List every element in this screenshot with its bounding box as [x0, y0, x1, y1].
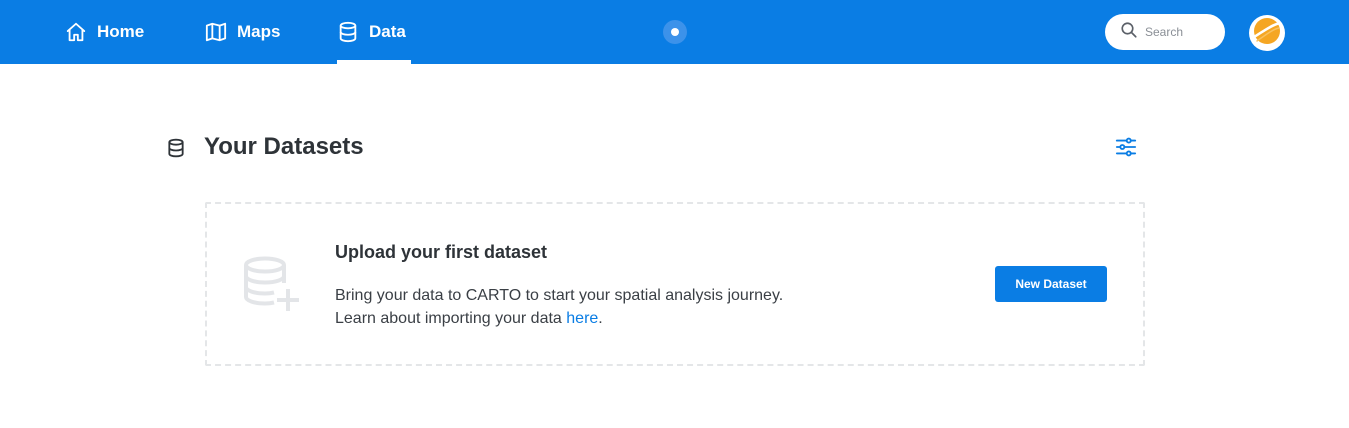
map-icon [205, 21, 227, 43]
search-icon [1120, 21, 1138, 44]
database-icon [166, 137, 186, 164]
nav-maps[interactable]: Maps [205, 0, 280, 64]
filter-settings-icon[interactable] [1115, 136, 1137, 163]
empty-state-description: Bring your data to CARTO to start your s… [335, 284, 783, 330]
empty-state-card: Upload your first dataset Bring your dat… [205, 202, 1145, 366]
add-database-icon [242, 255, 302, 320]
search-input[interactable] [1145, 25, 1215, 39]
nav-maps-label: Maps [237, 22, 281, 41]
home-icon [65, 21, 87, 43]
nav-home[interactable]: Home [65, 0, 144, 64]
database-icon [337, 21, 359, 43]
import-help-link[interactable]: here [566, 310, 598, 327]
new-dataset-button[interactable]: New Dataset [995, 266, 1107, 302]
search-box[interactable] [1105, 14, 1225, 50]
planet-icon [1251, 15, 1283, 52]
user-avatar[interactable] [1249, 15, 1285, 51]
description-period: . [598, 310, 603, 327]
nav-home-label: Home [97, 22, 145, 41]
description-line-2: Learn about importing your data here. [335, 307, 783, 330]
description-line-1: Bring your data to CARTO to start your s… [335, 287, 784, 304]
datasets-header: Your Datasets [166, 128, 1137, 168]
nav-data[interactable]: Data [337, 0, 411, 64]
empty-state-title: Upload your first dataset [335, 242, 548, 262]
page-title: Your Datasets [204, 133, 364, 160]
notification-dot-icon[interactable] [663, 20, 687, 44]
nav-data-label: Data [369, 22, 406, 41]
active-tab-indicator [337, 60, 411, 64]
description-line-2-text: Learn about importing your data [335, 310, 567, 327]
top-navigation-bar: Home Maps Data [0, 0, 1349, 64]
